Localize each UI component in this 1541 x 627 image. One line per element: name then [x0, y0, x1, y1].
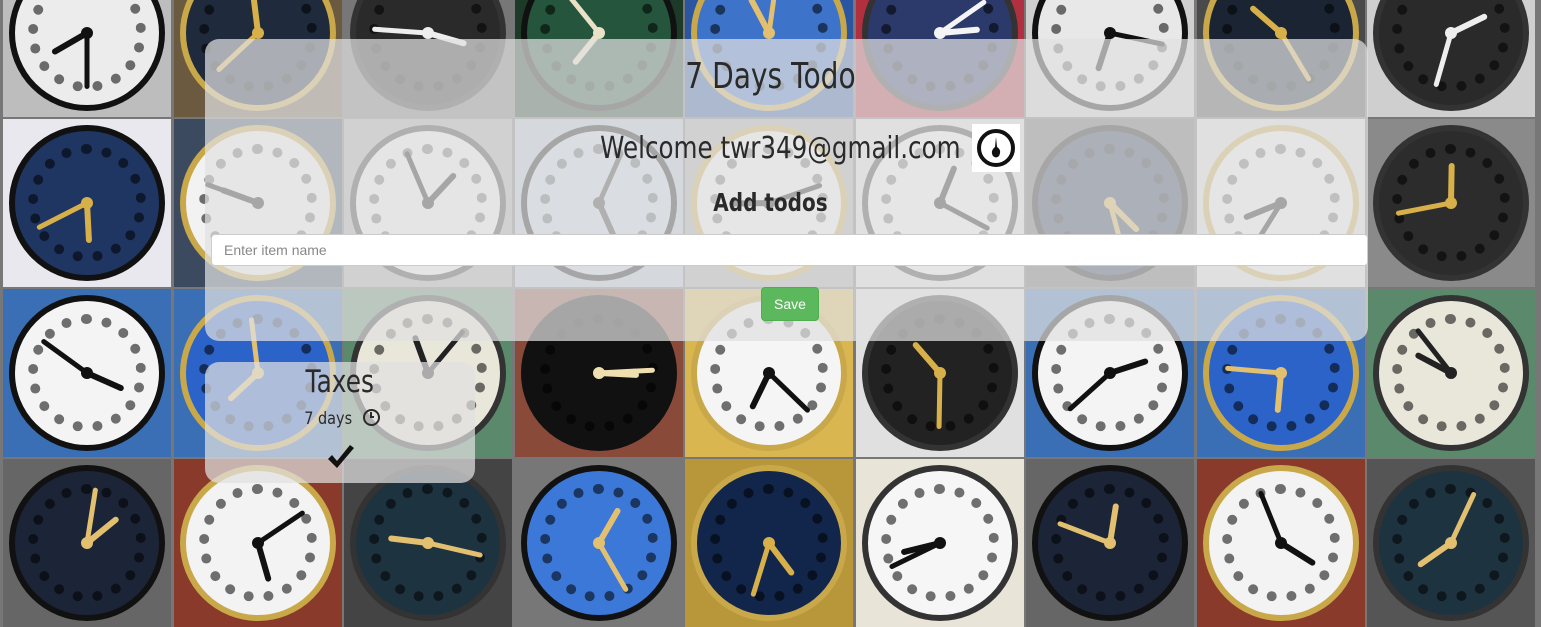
- avatar-glyph-icon: [991, 137, 1001, 158]
- user-avatar[interactable]: [972, 124, 1021, 172]
- clock-tile: [1367, 0, 1535, 117]
- todo-days-text: 7 days: [303, 409, 352, 429]
- clock-tile: [173, 459, 342, 627]
- item-name-input[interactable]: [211, 234, 1368, 266]
- clock-tile: [3, 459, 171, 627]
- welcome-row: Welcome twr349@gmail.com: [0, 124, 1541, 172]
- section-heading: Add todos: [0, 188, 1541, 217]
- todo-title: Taxes: [205, 364, 475, 400]
- save-button[interactable]: Save: [761, 287, 819, 321]
- app-title: 7 Days Todo: [685, 56, 856, 97]
- clock-tile: [1367, 459, 1535, 627]
- clock-tile: [855, 459, 1024, 627]
- checkmark-icon[interactable]: [326, 443, 356, 473]
- clock-tile: [3, 289, 171, 457]
- clock-tile: [1196, 459, 1365, 627]
- section-heading-text: Add todos: [713, 188, 828, 217]
- clock-tile: [514, 459, 683, 627]
- clock-tile: [685, 459, 853, 627]
- todo-days: 7 days: [205, 409, 475, 429]
- clock-icon: [363, 409, 381, 426]
- clock-tile: [1026, 459, 1194, 627]
- clock-tile: [344, 459, 512, 627]
- clock-tile: [1367, 289, 1535, 457]
- todo-title-text: Taxes: [305, 364, 375, 400]
- welcome-text: Welcome twr349@gmail.com: [600, 130, 961, 166]
- clock-tile: [3, 0, 171, 117]
